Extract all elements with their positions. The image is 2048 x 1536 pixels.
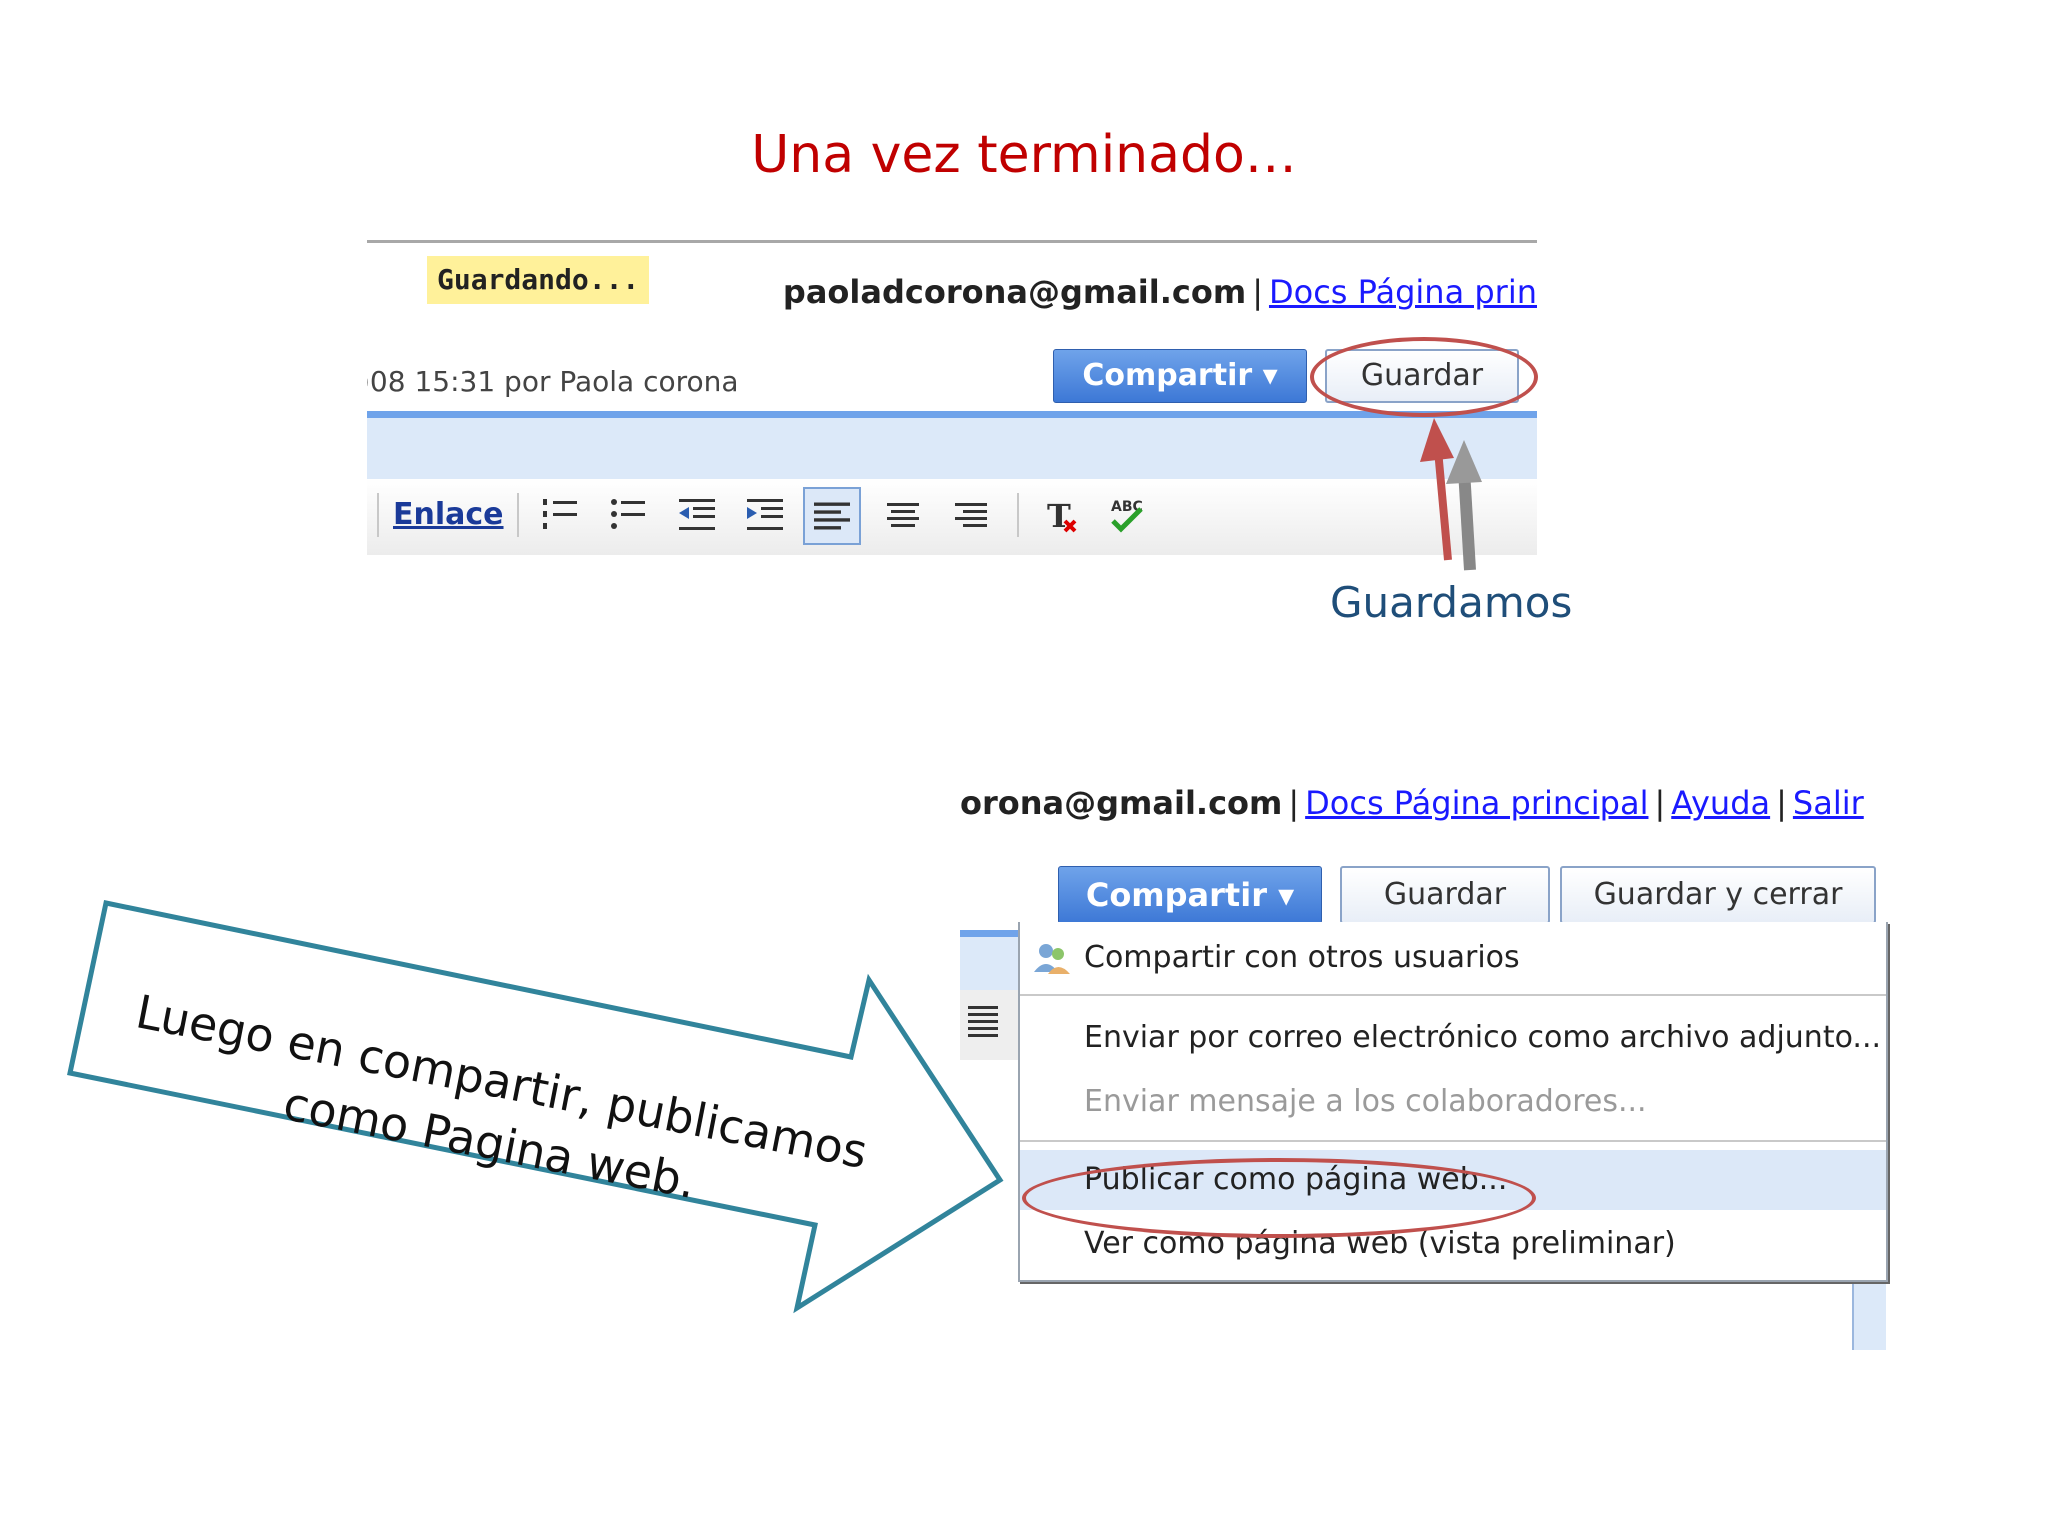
account-email: paoladcorona@gmail.com	[782, 273, 1247, 311]
save-button[interactable]: Guardar	[1340, 866, 1550, 924]
toolbar-divider	[377, 493, 379, 537]
save-and-close-button[interactable]: Guardar y cerrar	[1560, 866, 1876, 924]
toolbar-divider	[1017, 493, 1019, 537]
numbered-list-icon[interactable]	[537, 491, 585, 539]
users-icon	[1034, 944, 1070, 974]
separator: |	[1288, 784, 1300, 822]
share-button[interactable]: Compartir ▾	[1053, 349, 1307, 403]
align-right-icon[interactable]	[947, 491, 995, 539]
docs-home-link[interactable]: Docs Página principal	[1305, 784, 1648, 822]
align-center-icon[interactable]	[879, 491, 927, 539]
menu-item-message-collaborators: Enviar mensaje a los colaboradores...	[1084, 1084, 1647, 1119]
share-button[interactable]: Compartir ▾	[1058, 866, 1322, 924]
menu-item-email-attachment[interactable]: Enviar por correo electrónico como archi…	[1020, 1008, 1886, 1068]
save-pointer-arrow	[1420, 418, 1482, 571]
screenshot-share-menu: orona@gmail.com | Docs Página principal | Ay…	[950, 770, 1890, 1350]
save-caption: Guardamos	[1330, 578, 1573, 627]
clear-formatting-icon[interactable]: T	[1037, 491, 1085, 539]
account-bar: paoladcorona@gmail.com | Docs Página prin	[783, 273, 1537, 311]
toolbar-divider	[517, 493, 519, 537]
link-button[interactable]: Enlace	[393, 497, 504, 532]
spellcheck-icon[interactable]: ABC	[1103, 491, 1151, 539]
align-left-icon[interactable]	[803, 487, 861, 545]
menu-item-share-users[interactable]: Compartir con otros usuarios	[1020, 928, 1886, 988]
docs-home-link[interactable]: Docs Página prin	[1269, 273, 1537, 311]
separator: |	[1252, 273, 1263, 311]
scrollbar[interactable]	[1852, 1280, 1886, 1350]
account-bar: orona@gmail.com | Docs Página principal | Ay…	[960, 784, 1864, 822]
publish-highlight-circle	[1022, 1158, 1536, 1238]
separator: |	[1776, 784, 1787, 822]
last-edit-info: )08 15:31 por Paola corona	[367, 365, 739, 398]
editor-menu-bar	[367, 411, 1537, 479]
bulleted-list-icon[interactable]	[605, 491, 653, 539]
account-email: orona@gmail.com	[960, 784, 1283, 822]
help-link[interactable]: Ayuda	[1671, 784, 1770, 822]
increase-indent-icon[interactable]	[741, 491, 789, 539]
saving-status-badge: Guardando...	[427, 256, 649, 304]
decrease-indent-icon[interactable]	[673, 491, 721, 539]
menu-separator	[1020, 994, 1886, 996]
separator: |	[1654, 784, 1666, 822]
menu-item-label: Compartir con otros usuarios	[1084, 940, 1520, 975]
slide-title: Una vez terminado…	[751, 125, 1297, 185]
menu-separator	[1020, 1140, 1886, 1142]
formatting-toolbar: Enlace T ABC	[367, 479, 1537, 555]
sign-out-link[interactable]: Salir	[1793, 784, 1864, 822]
